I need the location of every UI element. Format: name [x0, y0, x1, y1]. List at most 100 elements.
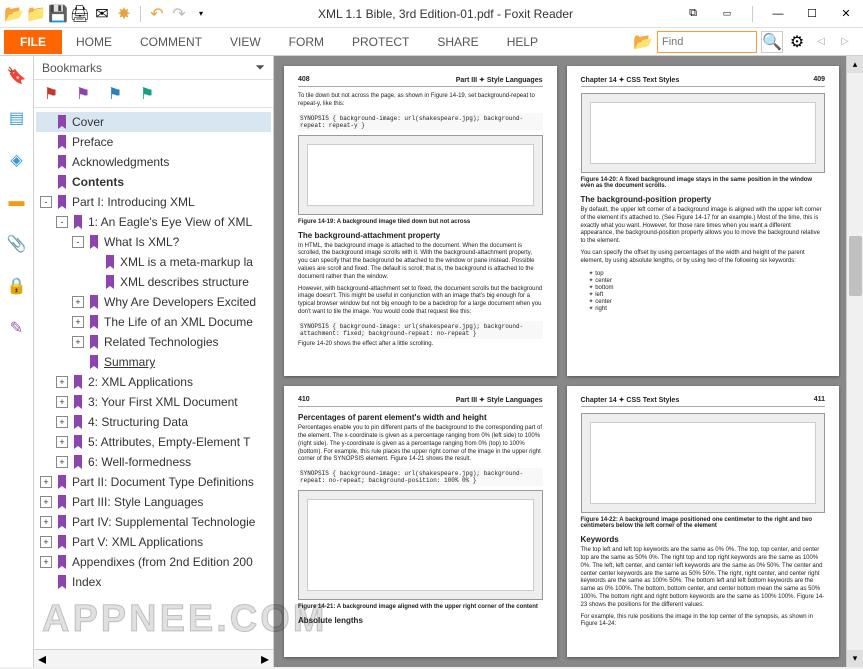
tree-expander[interactable]: + — [56, 376, 68, 388]
bookmark-item[interactable]: - What Is XML? — [36, 232, 271, 252]
undo-icon[interactable]: ↶ — [147, 4, 167, 24]
folder-icon[interactable]: 📂 — [633, 32, 653, 52]
ribbon-min-icon[interactable]: ▭ — [714, 4, 740, 24]
panel-dropdown-icon[interactable]: ⏷ — [255, 60, 265, 75]
gear-icon[interactable]: ⚙ — [787, 32, 807, 52]
tree-expander[interactable]: + — [56, 436, 68, 448]
bookmark-options-icon[interactable]: ⚑ — [106, 85, 124, 103]
new-bookmark-icon[interactable]: ⚑ — [74, 85, 92, 103]
pdf-page-409[interactable]: Chapter 14 ✦ CSS Text Styles409 Figure 1… — [567, 66, 840, 376]
print-icon[interactable]: 🖨 — [70, 4, 90, 24]
tree-expander[interactable]: + — [40, 476, 52, 488]
pdf-page-410[interactable]: 410Part III ✦ Style Languages Percentage… — [284, 386, 557, 657]
tree-expander[interactable]: + — [72, 316, 84, 328]
tree-expander[interactable]: + — [56, 416, 68, 428]
bookmark-item[interactable]: +Part III: Style Languages — [36, 492, 271, 512]
bookmark-item[interactable]: Cover — [36, 112, 271, 132]
close-icon[interactable]: ✕ — [833, 4, 859, 24]
tab-comment[interactable]: COMMENT — [126, 30, 216, 54]
bookmark-item[interactable]: +4: Structuring Data — [36, 412, 271, 432]
page-text: For example, this rule positions the ima… — [581, 614, 826, 630]
pdf-page-408[interactable]: 408Part III ✦ Style Languages To tile do… — [284, 66, 557, 376]
next-icon[interactable]: ▷ — [835, 32, 855, 52]
prev-icon[interactable]: ◁ — [811, 32, 831, 52]
save-icon[interactable]: 💾 — [48, 4, 68, 24]
tab-help[interactable]: HELP — [493, 30, 552, 54]
bookmark-item[interactable]: Index — [36, 572, 271, 592]
signatures-tab-icon[interactable]: ✎ — [5, 316, 29, 340]
open-folder-icon[interactable]: 📁 — [26, 4, 46, 24]
security-tab-icon[interactable]: 🔒 — [5, 274, 29, 298]
bookmark-item[interactable]: -Part I: Introducing XML — [36, 192, 271, 212]
tab-form[interactable]: FORM — [275, 30, 338, 54]
scroll-right-icon[interactable]: ▸ — [257, 649, 273, 669]
bookmarks-hscroll[interactable]: ◂ ▸ — [34, 649, 273, 667]
bookmark-icon — [56, 495, 68, 509]
delete-bookmark-icon[interactable]: ⚑ — [138, 85, 156, 103]
tab-home[interactable]: HOME — [62, 30, 126, 54]
attachments-tab-icon[interactable]: 📎 — [5, 232, 29, 256]
tab-share[interactable]: SHARE — [423, 30, 492, 54]
bookmark-item[interactable]: Summary — [36, 352, 271, 372]
bookmark-item[interactable]: +Related Technologies — [36, 332, 271, 352]
bookmark-label: Acknowledgments — [72, 155, 169, 169]
bookmark-item[interactable]: +3: Your First XML Document — [36, 392, 271, 412]
open-icon[interactable]: 📂 — [4, 4, 24, 24]
layers-tab-icon[interactable]: ◈ — [5, 148, 29, 172]
bookmark-label: Why Are Developers Excited — [104, 295, 256, 309]
bookmark-item[interactable]: +2: XML Applications — [36, 372, 271, 392]
bookmark-label: What Is XML? — [104, 235, 179, 249]
tree-expander[interactable]: + — [72, 336, 84, 348]
bookmark-item[interactable]: +Part V: XML Applications — [36, 532, 271, 552]
tree-expander[interactable]: - — [40, 196, 52, 208]
pdf-page-411[interactable]: Chapter 14 ✦ CSS Text Styles411 Figure 1… — [567, 386, 840, 657]
bookmark-item[interactable]: +Part IV: Supplemental Technologie — [36, 512, 271, 532]
ribbon-toggle-icon[interactable]: ⧉ — [680, 4, 706, 24]
find-input[interactable] — [657, 31, 757, 53]
bookmark-item[interactable]: XML is a meta-markup la — [36, 252, 271, 272]
tree-expander[interactable]: + — [40, 556, 52, 568]
page-text: To tile down but not across the page, as… — [298, 93, 543, 109]
tree-expander[interactable]: + — [72, 296, 84, 308]
scrollbar-thumb[interactable] — [849, 236, 862, 296]
scroll-left-icon[interactable]: ◂ — [34, 649, 50, 669]
tree-expander[interactable]: - — [56, 216, 68, 228]
expand-bookmark-icon[interactable]: ⚑ — [42, 85, 60, 103]
bookmark-item[interactable]: Acknowledgments — [36, 152, 271, 172]
tab-view[interactable]: VIEW — [216, 30, 275, 54]
tree-expander[interactable]: + — [40, 536, 52, 548]
tree-expander[interactable]: + — [40, 496, 52, 508]
file-tab[interactable]: FILE — [4, 30, 62, 54]
bookmark-item[interactable]: +The Life of an XML Docume — [36, 312, 271, 332]
scroll-up-icon[interactable]: ▴ — [847, 56, 863, 73]
bookmark-item[interactable]: XML describes structure — [36, 272, 271, 292]
tree-expander[interactable]: + — [56, 456, 68, 468]
minimize-icon[interactable]: — — [765, 4, 791, 24]
bookmarks-tab-icon[interactable]: 🔖 — [5, 64, 29, 88]
new-doc-icon[interactable]: ✸ — [114, 4, 134, 24]
tree-expander[interactable]: + — [40, 516, 52, 528]
comments-tab-icon[interactable]: ▬ — [5, 190, 29, 214]
bookmark-item[interactable]: -1: An Eagle's Eye View of XML — [36, 212, 271, 232]
search-icon[interactable]: 🔍 — [761, 31, 783, 53]
tab-protect[interactable]: PROTECT — [338, 30, 423, 54]
maximize-icon[interactable]: ☐ — [799, 4, 825, 24]
bookmark-item[interactable]: + Why Are Developers Excited — [36, 292, 271, 312]
page-text: By default, the upper left corner of a b… — [581, 207, 826, 246]
bookmark-item[interactable]: +Part II: Document Type Definitions — [36, 472, 271, 492]
bookmark-item[interactable]: +6: Well-formedness — [36, 452, 271, 472]
redo-icon[interactable]: ↷ — [169, 4, 189, 24]
bookmark-item[interactable]: Preface — [36, 132, 271, 152]
vertical-scrollbar[interactable]: ▴ ▾ — [846, 56, 863, 667]
bookmarks-tree[interactable]: CoverPreface Acknowledgments Contents-Part… — [34, 108, 273, 649]
bookmark-item[interactable]: +5: Attributes, Empty-Element T — [36, 432, 271, 452]
pages-tab-icon[interactable]: ▤ — [5, 106, 29, 130]
bookmark-item[interactable]: +Appendixes (from 2nd Edition 200 — [36, 552, 271, 572]
email-icon[interactable]: ✉ — [92, 4, 112, 24]
document-area[interactable]: 408Part III ✦ Style Languages To tile do… — [274, 56, 863, 667]
scroll-down-icon[interactable]: ▾ — [847, 650, 863, 667]
qat-dropdown-icon[interactable]: ▾ — [191, 4, 211, 24]
tree-expander[interactable]: + — [56, 396, 68, 408]
bookmark-item[interactable]: Contents — [36, 172, 271, 192]
tree-expander[interactable]: - — [72, 236, 84, 248]
